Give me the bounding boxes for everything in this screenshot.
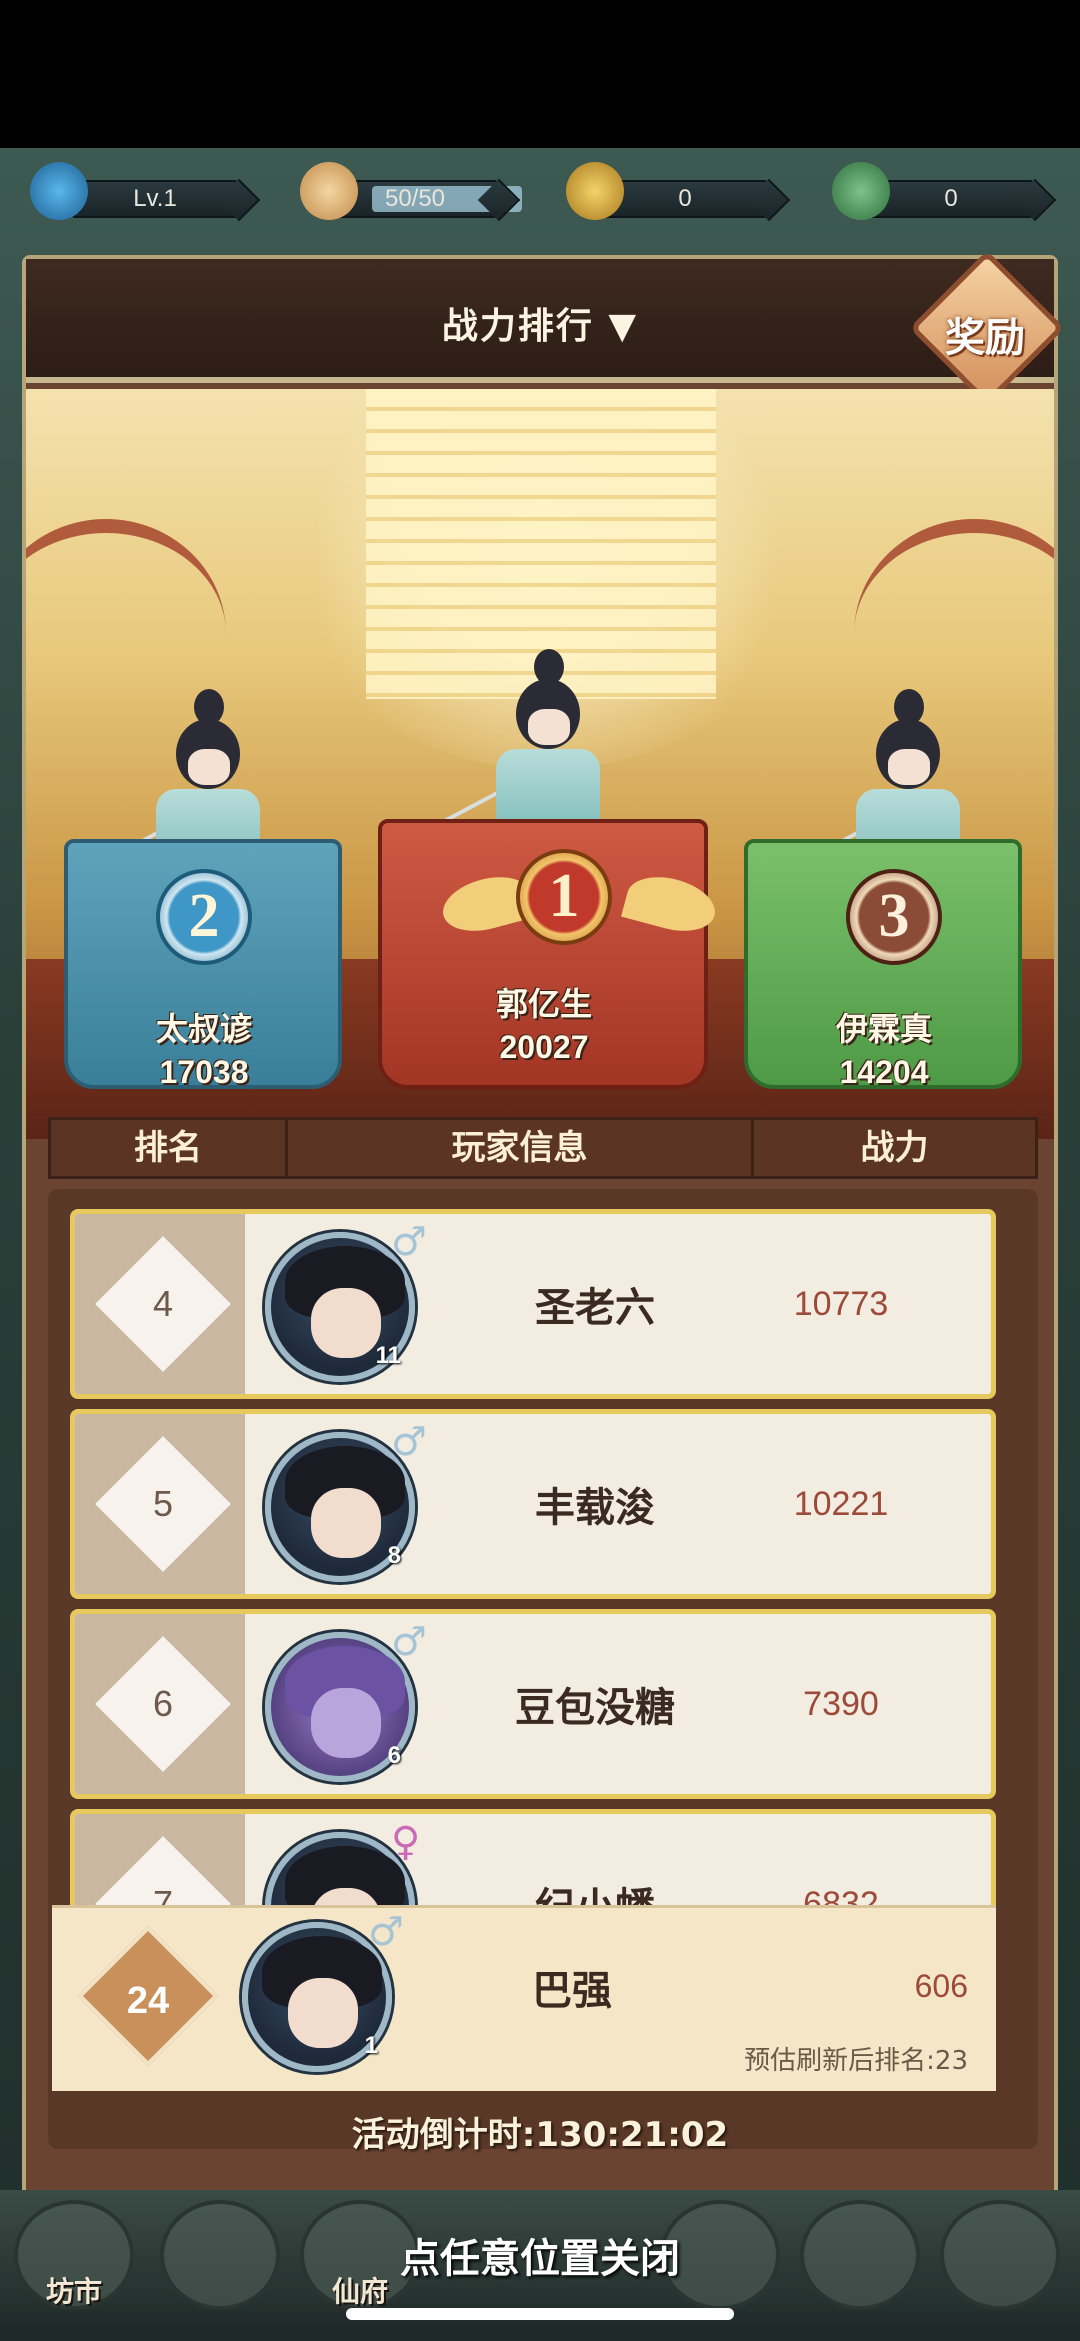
- my-power: 606: [914, 1968, 968, 2004]
- medal-1-icon: 1: [516, 849, 612, 945]
- close-hint[interactable]: 点任意位置关闭: [0, 2226, 1080, 2284]
- list-item[interactable]: 6 6 ♂ 豆包没糖 7390: [70, 1609, 996, 1799]
- podium-name-3: 伊霖真: [835, 1010, 932, 1048]
- rank-number: 5: [152, 1483, 174, 1524]
- player-name: 丰载浚: [535, 1485, 655, 1531]
- podium-name-2: 太叔谚: [155, 1010, 252, 1048]
- level-text: Lv.1: [133, 185, 177, 212]
- event-countdown: 活动倒计时:130:21:02: [351, 2115, 729, 2155]
- avatar-level: 11: [375, 1342, 401, 1369]
- coin-text: 0: [678, 185, 692, 212]
- list-item[interactable]: 4 11 ♂ 圣老六 10773: [70, 1209, 996, 1399]
- podium-name-1: 郭亿生: [495, 985, 592, 1023]
- coin-display[interactable]: 0: [600, 180, 770, 218]
- player-power: 10773: [793, 1284, 889, 1323]
- player-power: 10221: [793, 1484, 889, 1523]
- male-icon: ♂: [368, 1909, 404, 1955]
- avatar-level: 6: [387, 1742, 401, 1769]
- podium-power-2: 17038: [159, 1054, 249, 1090]
- coin-icon: [566, 162, 624, 220]
- col-rank: 排名: [51, 1120, 288, 1176]
- swirl-emblem-icon: [30, 162, 88, 220]
- leaf-jade-icon: [832, 162, 890, 220]
- estimated-rank: 预估刷新后排名:23: [744, 2046, 968, 2076]
- my-avatar-level: 1: [364, 2032, 378, 2059]
- reward-label[interactable]: 奖励: [930, 305, 1040, 363]
- level-display: Lv.1: [70, 180, 240, 218]
- male-icon: ♂: [391, 1619, 427, 1665]
- podium-power-1: 20027: [499, 1029, 589, 1065]
- jade-text: 0: [944, 185, 958, 212]
- player-name: 圣老六: [535, 1285, 655, 1331]
- bun-stamina-icon: [300, 162, 358, 220]
- column-header: 排名 玩家信息 战力: [48, 1117, 1038, 1179]
- podium-power-3: 14204: [839, 1054, 929, 1090]
- rank-number: 4: [152, 1283, 174, 1324]
- male-icon: ♂: [391, 1419, 427, 1465]
- female-icon: ♀: [391, 1819, 421, 1865]
- player-name: 豆包没糖: [515, 1685, 675, 1731]
- player-power: 7390: [803, 1684, 879, 1723]
- col-player: 玩家信息: [288, 1120, 754, 1176]
- ranking-type-dropdown[interactable]: 战力排行 ▼: [26, 297, 1054, 349]
- list-item[interactable]: 5 8 ♂ 丰载浚 10221: [70, 1409, 996, 1599]
- jade-display[interactable]: 0: [866, 180, 1036, 218]
- col-power: 战力: [860, 1128, 929, 1168]
- medal-3-icon: 3: [846, 869, 942, 965]
- panel-header: 战力排行 ▼: [26, 259, 1054, 383]
- my-name: 巴强: [532, 1968, 612, 2014]
- avatar-level: 8: [387, 1542, 401, 1569]
- my-rank-number: 24: [126, 1979, 170, 2022]
- my-ranking-row[interactable]: 24 1 ♂ 巴强 606 预估刷新后排名:23: [52, 1905, 996, 2091]
- male-icon: ♂: [391, 1219, 427, 1265]
- resource-bar: Lv.1 50/50 0 0: [0, 162, 1080, 230]
- home-indicator[interactable]: [346, 2308, 734, 2320]
- medal-2-icon: 2: [156, 869, 252, 965]
- rank-number: 6: [152, 1683, 174, 1724]
